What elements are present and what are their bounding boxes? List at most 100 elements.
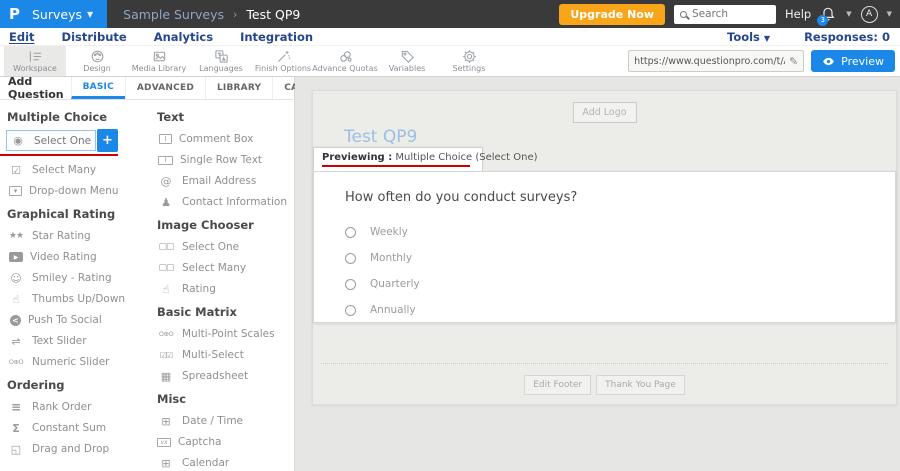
chevron-down-icon[interactable]: ▼ bbox=[887, 10, 892, 18]
question-type-drag-and-drop[interactable]: ◱Drag and Drop bbox=[6, 439, 148, 459]
radio-icon[interactable] bbox=[345, 227, 356, 238]
question-text[interactable]: How often do you conduct surveys? bbox=[345, 190, 895, 205]
section-heading-ordering: Ordering bbox=[7, 378, 148, 392]
question-type-label: Star Rating bbox=[32, 230, 91, 242]
question-type-spreadsheet[interactable]: ▦Spreadsheet bbox=[156, 366, 291, 386]
top-bar: P Surveys ▼ Sample Surveys › Test QP9 Up… bbox=[0, 0, 900, 28]
question-type-smiley-rating[interactable]: ☺Smiley - Rating bbox=[6, 268, 148, 288]
question-type-label: Select Many bbox=[32, 164, 96, 176]
survey-title[interactable]: Test QP9 bbox=[344, 127, 417, 147]
help-link[interactable]: Help bbox=[785, 7, 811, 21]
question-type-constant-sum[interactable]: Σ Constant Sum bbox=[6, 418, 148, 438]
question-type-contact-information[interactable]: ♟Contact Information bbox=[156, 192, 291, 212]
question-type-multi-select[interactable]: ☑☑Multi-Select bbox=[156, 345, 291, 365]
question-type-label: Comment Box bbox=[179, 133, 253, 145]
add-question-plus-button[interactable]: + bbox=[97, 129, 118, 152]
question-type-video-rating[interactable]: ▶ Video Rating bbox=[6, 247, 148, 267]
question-type-numeric-slider[interactable]: O⊕ONumeric Slider bbox=[6, 352, 148, 372]
tab-advanced[interactable]: ADVANCED bbox=[125, 77, 205, 99]
question-type-text-slider[interactable]: ⇌Text Slider bbox=[6, 331, 148, 351]
avatar-initial: A bbox=[866, 9, 872, 19]
constant-sum-icon: Σ bbox=[7, 422, 25, 435]
question-type-single-row-text[interactable]: ISingle Row Text bbox=[156, 150, 291, 170]
search-box bbox=[674, 5, 776, 24]
tab-library[interactable]: LIBRARY bbox=[205, 77, 272, 99]
question-type-captcha[interactable]: vxCaptcha bbox=[156, 432, 291, 452]
question-type-push-to-social[interactable]: <Push To Social bbox=[6, 310, 148, 330]
thumbs-up-down-icon: ☝ bbox=[7, 293, 25, 306]
thank-you-page-button[interactable]: Thank You Page bbox=[596, 375, 685, 395]
tools-menu[interactable]: Tools ▼ bbox=[727, 30, 770, 44]
question-type-comment-box[interactable]: IComment Box bbox=[156, 129, 291, 149]
question-type-label: Video Rating bbox=[30, 251, 97, 263]
question-type-label: Multi-Select bbox=[182, 349, 244, 361]
tab-basic[interactable]: BASIC bbox=[71, 77, 125, 99]
toolbar-tab-design[interactable]: Design bbox=[66, 46, 128, 76]
question-type-label: Constant Sum bbox=[32, 422, 106, 434]
question-type-date-time[interactable]: ⊞Date / Time bbox=[156, 411, 291, 431]
upgrade-now-button[interactable]: Upgrade Now bbox=[559, 4, 665, 25]
toolbar-tab-settings[interactable]: Settings bbox=[438, 46, 500, 76]
preview-button[interactable]: Preview bbox=[811, 50, 895, 72]
logo-block: P Surveys ▼ bbox=[0, 0, 107, 28]
question-type-label: Calendar bbox=[182, 457, 229, 469]
responses-count[interactable]: Responses: 0 bbox=[804, 30, 890, 44]
question-type-select-many[interactable]: ▢▢Select Many bbox=[156, 258, 291, 278]
toolbar-tab-label: Languages bbox=[199, 64, 243, 73]
question-type-thumbs-up-down[interactable]: ☝Thumbs Up/Down bbox=[6, 289, 148, 309]
add-logo-button[interactable]: Add Logo bbox=[572, 102, 636, 123]
question-type-star-rating[interactable]: ★★ Star Rating bbox=[6, 226, 148, 246]
toolbar-tab-variables[interactable]: Variables bbox=[376, 46, 438, 76]
question-type-label: Single Row Text bbox=[180, 154, 262, 166]
toolbar-tab-languages[interactable]: Languages bbox=[190, 46, 252, 76]
radio-icon[interactable] bbox=[345, 279, 356, 290]
option-weekly[interactable]: Weekly bbox=[345, 219, 895, 245]
toolbar-tab-workspace[interactable]: Workspace bbox=[4, 46, 66, 76]
question-type-rating[interactable]: ☝Rating bbox=[156, 279, 291, 299]
question-type-rank-order[interactable]: ≡Rank Order bbox=[6, 397, 148, 417]
edit-pencil-icon[interactable]: ✎ bbox=[789, 55, 798, 68]
question-type-drop-down-menu[interactable]: ▾Drop-down Menu bbox=[6, 181, 148, 201]
nav-tab-distribute[interactable]: Distribute bbox=[62, 30, 127, 44]
question-type-label: Rank Order bbox=[32, 401, 91, 413]
toolbar-tab-advance-quotas[interactable]: Advance Quotas bbox=[314, 46, 376, 76]
toolbar-tab-label: Settings bbox=[453, 64, 486, 73]
question-type-multi-point-scales[interactable]: O⊕OMulti-Point Scales bbox=[156, 324, 291, 344]
avatar[interactable]: A bbox=[861, 6, 878, 23]
nav-tab-analytics[interactable]: Analytics bbox=[154, 30, 213, 44]
section-heading-misc: Misc bbox=[157, 392, 291, 406]
nav-tab-integration[interactable]: Integration bbox=[240, 30, 313, 44]
question-type-label: Push To Social bbox=[28, 314, 102, 326]
question-type-select-one[interactable]: ◉Select One bbox=[6, 130, 96, 151]
question-type-select-many[interactable]: ☑ Select Many bbox=[6, 160, 148, 180]
question-type-label: Date / Time bbox=[182, 415, 243, 427]
edit-footer-button[interactable]: Edit Footer bbox=[524, 375, 591, 395]
drag-and-drop-icon: ◱ bbox=[7, 443, 25, 456]
contact-information-icon: ♟ bbox=[157, 196, 175, 209]
toolbar-tab-media-library[interactable]: Media Library bbox=[128, 46, 190, 76]
question-type-select-one[interactable]: ▢▢Select One bbox=[156, 237, 291, 257]
survey-url-field[interactable]: https://www.questionpro.com/t/APNrfZ ✎ bbox=[628, 50, 804, 72]
option-label: Quarterly bbox=[370, 278, 420, 290]
toolbar-tab-finish-options[interactable]: Finish Options bbox=[252, 46, 314, 76]
star-rating-icon: ★★ bbox=[7, 231, 25, 241]
option-annually[interactable]: Annually bbox=[345, 297, 895, 323]
option-monthly[interactable]: Monthly bbox=[345, 245, 895, 271]
question-type-email-address[interactable]: @Email Address bbox=[156, 171, 291, 191]
question-type-calendar[interactable]: ⊞Calendar bbox=[156, 453, 291, 471]
breadcrumb: Sample Surveys › Test QP9 bbox=[123, 7, 300, 22]
radio-icon[interactable] bbox=[345, 253, 356, 264]
select-many-icon: ☑ bbox=[7, 164, 25, 177]
survey-preview-area: Add Logo Test QP9 Previewing : Multiple … bbox=[295, 77, 900, 471]
surveys-menu[interactable]: Surveys ▼ bbox=[32, 7, 93, 22]
add-question-panel: Add Question BASIC ADVANCED LIBRARY CANV… bbox=[0, 77, 295, 471]
video-rating-icon: ▶ bbox=[9, 252, 23, 262]
languages-icon bbox=[214, 49, 229, 63]
option-quarterly[interactable]: Quarterly bbox=[345, 271, 895, 297]
search-input[interactable] bbox=[692, 8, 772, 20]
radio-icon[interactable] bbox=[345, 305, 356, 316]
breadcrumb-parent[interactable]: Sample Surveys bbox=[123, 7, 224, 22]
nav-tab-edit[interactable]: Edit bbox=[9, 30, 35, 44]
notifications-button[interactable]: 3 bbox=[820, 6, 837, 23]
chevron-down-icon[interactable]: ▼ bbox=[846, 10, 851, 18]
